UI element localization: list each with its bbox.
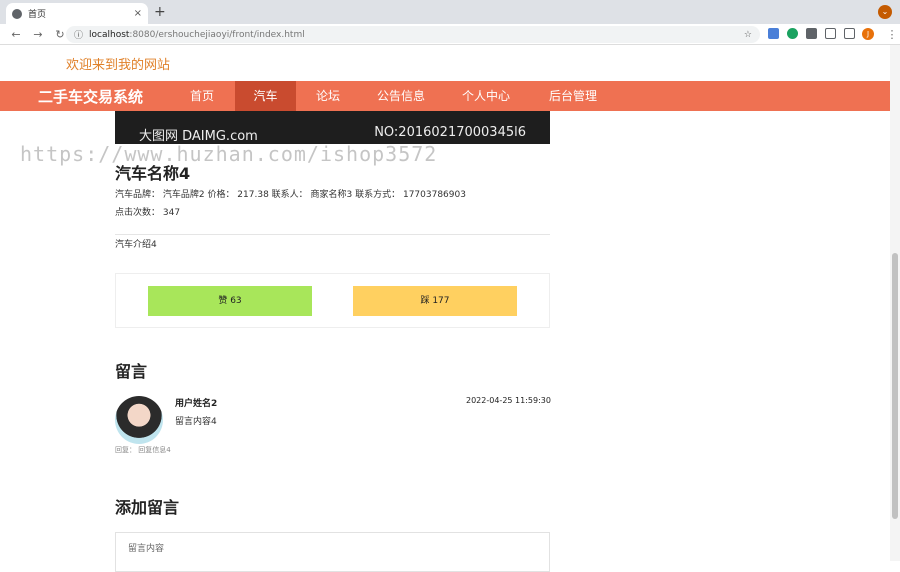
page-scrollbar[interactable] (890, 45, 900, 561)
close-icon[interactable]: × (134, 8, 142, 19)
browser-tab[interactable]: 首页 × (6, 3, 148, 24)
divider (115, 234, 550, 235)
browser-tab-bar: 首页 × + ⌄ (0, 0, 900, 24)
comment-content: 留言内容4 (175, 417, 217, 427)
watermark-text: https://www.huzhan.com/ishop3572 (20, 142, 438, 166)
welcome-text: 欢迎来到我的网站 (66, 58, 171, 73)
extension-icon[interactable] (787, 28, 798, 39)
car-title: 汽车名称4 (115, 164, 191, 183)
menu-icon[interactable]: ⋮ (886, 28, 898, 41)
browser-toolbar: ← → ↻ ⓘ localhost:8080/ershouchejiaoyi/f… (0, 24, 900, 45)
comment-input[interactable]: 留言内容 (115, 532, 550, 572)
comments-title: 留言 (115, 362, 148, 381)
comment-user: 用户姓名2 (175, 399, 218, 409)
car-image: 大图网 DAIMG.com NO:20160217000345l6 (115, 111, 550, 144)
add-comment-title: 添加留言 (115, 498, 180, 517)
banner-right-text: NO:20160217000345l6 (374, 125, 526, 140)
new-tab-button[interactable]: + (154, 4, 166, 20)
sidebar-icon[interactable] (844, 28, 855, 39)
back-icon[interactable]: ← (10, 28, 22, 41)
chevron-down-icon[interactable]: ⌄ (878, 5, 892, 19)
nav-item-admin[interactable]: 后台管理 (540, 81, 606, 111)
vote-panel: 赞 63 踩 177 (115, 273, 550, 328)
profile-avatar[interactable]: J (862, 28, 874, 40)
globe-icon (12, 8, 22, 19)
like-button[interactable]: 赞 63 (148, 286, 312, 316)
extension-icon[interactable] (768, 28, 779, 39)
reload-icon[interactable]: ↻ (54, 28, 66, 41)
info-icon[interactable]: ⓘ (74, 28, 83, 41)
nav-item-announcements[interactable]: 公告信息 (368, 81, 434, 111)
comment-reply: 回复： 回复信息4 (115, 446, 171, 454)
nav-item-home[interactable]: 首页 (178, 81, 226, 111)
comment-time: 2022-04-25 11:59:30 (466, 396, 551, 405)
dislike-button[interactable]: 踩 177 (353, 286, 517, 316)
nav-item-personal-center[interactable]: 个人中心 (455, 81, 517, 111)
scrollbar-thumb[interactable] (892, 253, 898, 519)
url-bar[interactable]: ⓘ localhost:8080/ershouchejiaoyi/front/i… (66, 26, 760, 43)
nav-item-forum[interactable]: 论坛 (306, 81, 350, 111)
avatar (115, 396, 163, 444)
site-brand[interactable]: 二手车交易系统 (38, 86, 143, 107)
nav-item-cars[interactable]: 汽车 (235, 81, 296, 111)
car-info-line: 汽车品牌： 汽车品牌2 价格： 217.38 联系人： 商家名称3 联系方式： … (115, 190, 466, 200)
puzzle-icon[interactable] (806, 28, 817, 39)
download-icon[interactable] (825, 28, 836, 39)
url-host: localhost (89, 29, 130, 40)
bookmark-star-icon[interactable]: ☆ (744, 30, 752, 40)
tab-title: 首页 (28, 10, 47, 20)
main-navbar: 二手车交易系统 首页 汽车 论坛 公告信息 个人中心 后台管理 (0, 81, 890, 111)
car-intro: 汽车介绍4 (115, 240, 157, 250)
car-click-count: 点击次数： 347 (115, 208, 181, 218)
url-path: :8080/ershouchejiaoyi/front/index.html (129, 29, 305, 40)
forward-icon[interactable]: → (32, 28, 44, 41)
